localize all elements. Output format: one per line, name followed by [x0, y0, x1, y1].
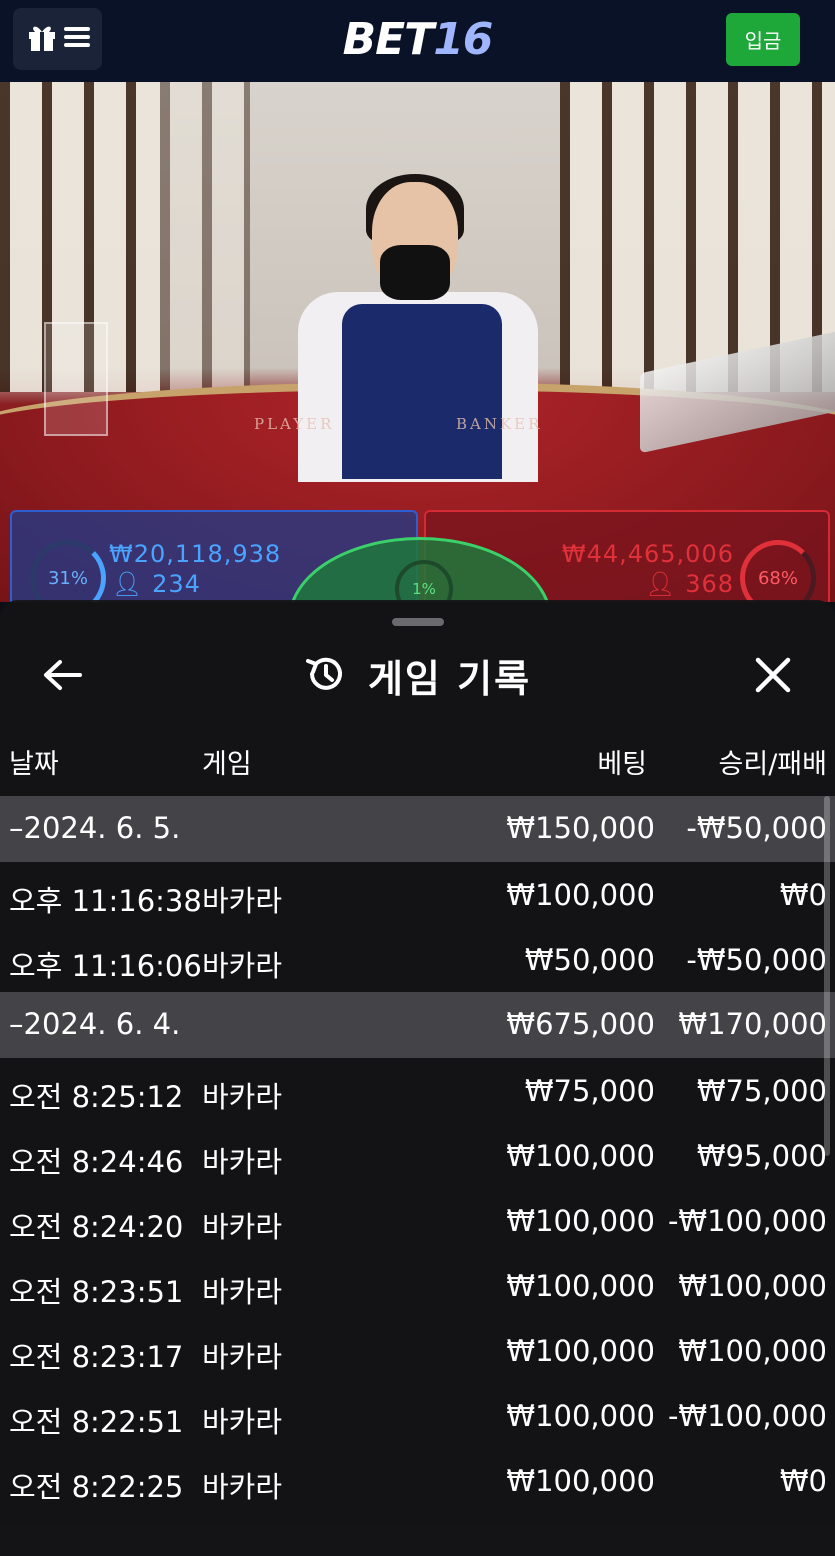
row-bet: ₩100,000	[506, 1334, 655, 1368]
player-percent: 31%	[47, 567, 88, 589]
close-button[interactable]	[748, 652, 798, 702]
table-player-text: PLAYER	[254, 415, 335, 433]
table-row[interactable]: 오후 11:16:38 바카라 ₩100,000 ₩0	[0, 862, 835, 927]
player-amount: ₩20,118,938	[109, 540, 282, 568]
user-icon: 👤︎	[645, 570, 677, 598]
sheet-header: 게임 기록	[0, 640, 835, 710]
game-history-sheet: 게임 기록 날짜 게임 베팅 승리/패배 –2024. 6. 5. ₩150,00…	[0, 600, 835, 1556]
sheet-drag-handle[interactable]	[392, 618, 444, 626]
row-time: 오전 8:24:20	[9, 1210, 184, 1244]
date-group-row[interactable]: –2024. 6. 4. ₩675,000 ₩170,000	[0, 992, 835, 1058]
row-game: 바카라	[202, 1340, 283, 1374]
row-bet: ₩675,000	[506, 1007, 655, 1041]
row-result: -₩100,000	[667, 1204, 827, 1238]
banker-percent: 68%	[757, 567, 798, 589]
row-game: 바카라	[202, 1145, 283, 1179]
row-time: 오전 8:22:25	[9, 1470, 184, 1504]
banker-percent-ring: 68%	[740, 540, 816, 602]
dealer-mask	[380, 245, 450, 300]
dealer-vest	[342, 304, 502, 479]
row-bet: ₩100,000	[506, 1269, 655, 1303]
banker-amount: ₩44,465,006	[561, 540, 734, 568]
column-game: 게임	[202, 749, 252, 780]
row-bet: ₩100,000	[506, 1399, 655, 1433]
table-row[interactable]: 오전 8:24:20 바카라 ₩100,000 -₩100,000	[0, 1188, 835, 1253]
row-date: –2024. 6. 5.	[9, 811, 181, 845]
column-result: 승리/패배	[718, 749, 827, 780]
row-result: -₩50,000	[686, 943, 827, 977]
row-time: 오전 8:25:12	[9, 1080, 184, 1114]
history-icon	[304, 653, 346, 699]
live-dealer-video: PLAYER BANKER 31% ₩20,118,938 👤︎ 234 ₩44…	[0, 82, 835, 602]
player-count-row: 👤︎ 234	[112, 570, 201, 598]
row-bet: ₩100,000	[506, 1464, 655, 1498]
row-result: ₩100,000	[678, 1269, 827, 1303]
logo-text: BET	[342, 14, 435, 65]
logo-number: 16	[433, 14, 493, 65]
player-percent-ring: 31%	[30, 540, 106, 602]
row-game: 바카라	[202, 1080, 283, 1114]
table-row[interactable]: 오전 8:25:12 바카라 ₩75,000 ₩75,000	[0, 1058, 835, 1123]
row-game: 바카라	[202, 1405, 283, 1439]
row-time: 오후 11:16:06	[9, 949, 202, 983]
history-table-body: –2024. 6. 5. ₩150,000 -₩50,000 오후 11:16:38 바…	[0, 796, 835, 1513]
table-row[interactable]: 오후 11:16:06 바카라 ₩50,000 -₩50,000	[0, 927, 835, 992]
row-game: 바카라	[202, 884, 283, 918]
tie-percent: 1%	[412, 580, 436, 598]
player-count: 234	[152, 570, 201, 598]
row-bet: ₩100,000	[506, 878, 655, 912]
row-game: 바카라	[202, 1470, 283, 1504]
banker-count: 368	[685, 570, 734, 598]
discard-box	[44, 322, 108, 436]
table-row[interactable]: 오전 8:23:17 바카라 ₩100,000 ₩100,000	[0, 1318, 835, 1383]
row-result: ₩0	[779, 1464, 827, 1498]
table-row[interactable]: 오전 8:24:46 바카라 ₩100,000 ₩95,000	[0, 1123, 835, 1188]
table-row[interactable]: 오전 8:22:51 바카라 ₩100,000 -₩100,000	[0, 1383, 835, 1448]
table-row[interactable]: 오전 8:22:25 바카라 ₩100,000 ₩0	[0, 1448, 835, 1513]
row-result: ₩170,000	[678, 1007, 827, 1041]
brand-logo[interactable]: BET16	[0, 14, 835, 65]
row-result: ₩0	[779, 878, 827, 912]
row-time: 오전 8:22:51	[9, 1405, 184, 1439]
banker-count-row: 👤︎ 368	[645, 570, 734, 598]
row-time: 오전 8:24:46	[9, 1145, 184, 1179]
row-bet: ₩75,000	[524, 1074, 655, 1108]
row-game: 바카라	[202, 949, 283, 983]
table-row[interactable]: 오전 8:23:51 바카라 ₩100,000 ₩100,000	[0, 1253, 835, 1318]
row-result: ₩95,000	[696, 1139, 827, 1173]
sheet-title-group: 게임 기록	[0, 648, 835, 703]
column-date: 날짜	[9, 749, 59, 780]
row-result: -₩50,000	[686, 811, 827, 845]
date-group-row[interactable]: –2024. 6. 5. ₩150,000 -₩50,000	[0, 796, 835, 862]
row-bet: ₩50,000	[524, 943, 655, 977]
row-bet: ₩100,000	[506, 1139, 655, 1173]
close-icon	[755, 657, 791, 697]
row-time: 오후 11:16:38	[9, 884, 202, 918]
sheet-title: 게임 기록	[367, 657, 532, 701]
row-result: -₩100,000	[667, 1399, 827, 1433]
column-bet: 베팅	[597, 749, 647, 780]
row-date: –2024. 6. 4.	[9, 1007, 181, 1041]
tie-percent-ring: 1%	[395, 560, 453, 602]
row-result: ₩100,000	[678, 1334, 827, 1368]
row-bet: ₩100,000	[506, 1204, 655, 1238]
table-banker-text: BANKER	[456, 415, 543, 433]
row-game: 바카라	[202, 1210, 283, 1244]
row-time: 오전 8:23:51	[9, 1275, 184, 1309]
deposit-button[interactable]: 입금	[726, 13, 800, 66]
row-time: 오전 8:23:17	[9, 1340, 184, 1374]
scrollbar[interactable]	[824, 796, 830, 1156]
row-game: 바카라	[202, 1275, 283, 1309]
top-bar: BET16 입금	[0, 0, 835, 82]
history-table-header: 날짜 게임 베팅 승리/패배	[0, 742, 835, 782]
user-icon: 👤︎	[112, 570, 144, 598]
row-bet: ₩150,000	[506, 811, 655, 845]
screen-panel-mid	[160, 82, 250, 392]
row-result: ₩75,000	[696, 1074, 827, 1108]
